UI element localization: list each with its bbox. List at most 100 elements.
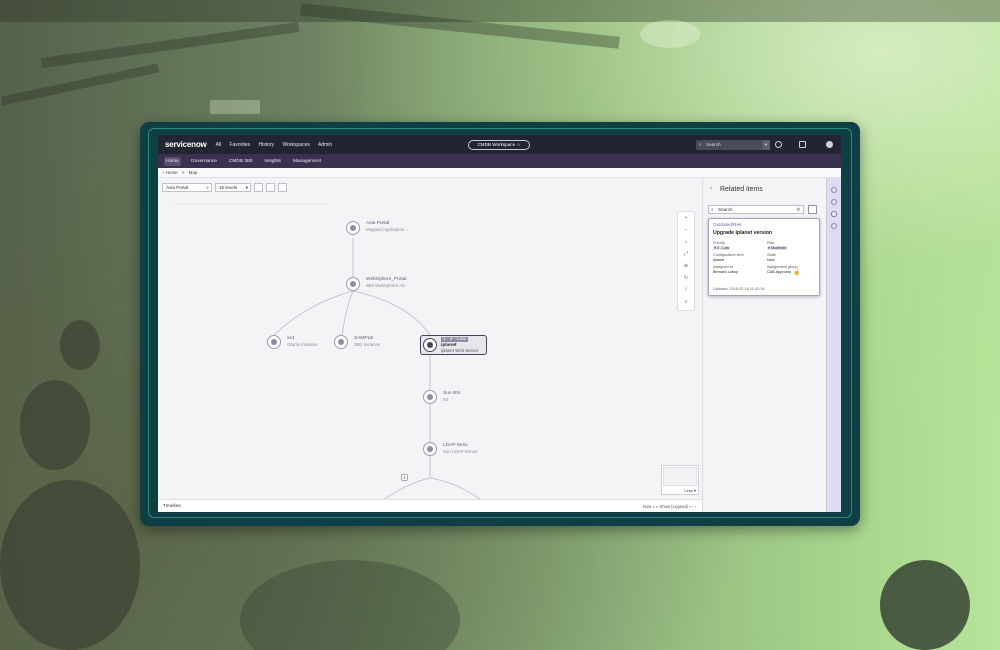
node-sample[interactable]: [334, 335, 348, 349]
related-search-input[interactable]: ⌕ Search ⚲: [708, 205, 804, 214]
side-rail: [826, 178, 841, 512]
node-class: Mapped Application...: [366, 226, 408, 232]
edge-websphere-xe: [273, 290, 354, 336]
zoom-out-button[interactable]: −: [678, 224, 694, 236]
home-view-button[interactable]: ⌂: [678, 236, 694, 248]
bell-icon[interactable]: [811, 141, 818, 148]
field-assigned-to: Assigned to Bernard Laboy: [713, 265, 738, 274]
nav-workspaces[interactable]: Workspaces: [282, 142, 309, 148]
node-class: iplanet Web Server: [441, 348, 479, 354]
nav-admin[interactable]: Admin: [318, 142, 332, 148]
center-button[interactable]: ⊕: [678, 260, 694, 272]
draw-button[interactable]: ⁄: [678, 284, 694, 296]
updated-timestamp: Updated: 2018-02-19 11:02:18: [713, 287, 765, 291]
zoom-in-button[interactable]: +: [678, 212, 694, 224]
global-search-input[interactable]: ⌕ Search ▾: [696, 140, 770, 150]
breadcrumb-separator: >: [181, 170, 185, 175]
servicenow-screen: servicenow All Favorites History Workspa…: [158, 135, 841, 512]
state-value: New: [767, 257, 775, 262]
node-label-asia-portal: Asia Portal Mapped Application...: [366, 221, 408, 232]
timeline-range[interactable]: Show (Legend) ▾: [660, 504, 691, 509]
timeline-now[interactable]: Now: [643, 504, 651, 509]
related-search-placeholder: Search: [718, 207, 733, 212]
tab-insights[interactable]: Insights: [262, 157, 283, 166]
tab-governance[interactable]: Governance: [189, 157, 219, 166]
home-icon: ⌂: [162, 170, 165, 175]
tab-management[interactable]: Management: [291, 157, 323, 166]
edge-websphere-iplanet: [352, 290, 431, 336]
server-icon: [350, 281, 356, 287]
node-class: Oracle Instance: [287, 341, 318, 347]
web-server-icon: [427, 342, 433, 348]
node-ldap[interactable]: [423, 442, 437, 456]
node-label-sample: SAMPLE DB2 Instance: [354, 336, 380, 347]
timeline-label[interactable]: Timeline: [163, 504, 181, 509]
tab-home[interactable]: Home: [164, 156, 181, 166]
field-risk: Risk ● Moderate: [767, 241, 788, 251]
filter-button[interactable]: [808, 205, 817, 214]
scripts-icon[interactable]: [787, 141, 794, 148]
nav-all[interactable]: All: [216, 142, 222, 148]
search-icon: ⌕: [711, 207, 714, 212]
priority-tag: 1 - 4 - Low: [441, 337, 468, 342]
database-icon: [338, 339, 344, 345]
info-icon[interactable]: [831, 187, 837, 193]
node-iplanet-selected[interactable]: 1 - 4 - Low iplanet iplanet Web Server: [420, 335, 487, 355]
node-name: Sun IES: [443, 391, 461, 396]
breadcrumb: ⌂ Home > Map: [158, 168, 841, 178]
help-icon[interactable]: [799, 141, 806, 148]
map-controls: + − ⌂ ⤢ ⊕ ↻ ⁄ ⋎: [677, 211, 695, 311]
refresh-button[interactable]: ↻: [678, 272, 694, 284]
config-value[interactable]: iplanet: [713, 258, 744, 263]
application-icon: [350, 225, 356, 231]
zoom-icon[interactable]: ⌕ ⌕: [653, 504, 659, 509]
history-icon[interactable]: [831, 223, 837, 229]
filter-icon[interactable]: ⚲: [797, 206, 800, 214]
node-class: IBM WebSphere AS: [366, 282, 405, 288]
breadcrumb-home[interactable]: Home: [166, 170, 178, 175]
node-label-sun-ies: Sun IES IIS: [443, 391, 461, 402]
node-asia-portal[interactable]: [346, 221, 360, 235]
node-sun-ies[interactable]: [423, 390, 437, 404]
related-item-card[interactable]: Outdated/Res Upgrade iplanet version Pri…: [708, 218, 820, 296]
node-iplanet[interactable]: [423, 338, 437, 352]
node-websphere[interactable]: [346, 277, 360, 291]
item-title: Upgrade iplanet version: [713, 230, 773, 236]
server-icon: [427, 446, 433, 452]
edge-ldap-right: [429, 477, 482, 501]
search-scope-dropdown[interactable]: ▾: [762, 140, 770, 150]
field-configuration-item: Configuration item iplanet: [713, 253, 744, 262]
minimap-viewport[interactable]: [663, 467, 697, 486]
nav-history[interactable]: History: [259, 142, 275, 148]
item-type[interactable]: Outdated/Res: [713, 222, 815, 227]
edge-count-badge[interactable]: 4: [401, 474, 408, 481]
servicenow-logo[interactable]: servicenow: [165, 140, 207, 149]
node-xe1[interactable]: [267, 335, 281, 349]
tag-icon[interactable]: [831, 199, 837, 205]
nav-favorites[interactable]: Favorites: [230, 142, 251, 148]
related-items-icon[interactable]: [831, 211, 837, 217]
related-items-panel: ‹ Related items ⌕ Search ⚲ Outdated/Res …: [704, 178, 826, 512]
nav-arrows-icon[interactable]: ‹ ›: [692, 504, 696, 509]
dependency-map[interactable]: Asia Portal ⌕ 15 levels ▾ 4 Asia Portal …: [158, 178, 703, 512]
minimap-toggle[interactable]: Less ▾: [684, 488, 696, 493]
global-search-placeholder: Search: [706, 142, 721, 147]
server-icon: [427, 394, 433, 400]
avatar[interactable]: [826, 141, 833, 148]
node-label-ldap: LDAP Serix Sun LDAP Server: [443, 443, 478, 454]
workspace-pill[interactable]: CMDB Workspace ☆: [468, 140, 530, 150]
globe-icon[interactable]: [775, 141, 782, 148]
minimap[interactable]: Less ▾: [661, 465, 699, 495]
field-priority: Priority ● 4 - Low: [713, 241, 730, 251]
collapse-icon[interactable]: ‹: [710, 186, 712, 192]
edge-ldap-left: [382, 477, 431, 501]
field-label: State: [767, 253, 776, 257]
filter-funnel-button[interactable]: ⋎: [678, 296, 694, 308]
node-class: IIS: [443, 396, 449, 402]
assigned-value[interactable]: Bernard Laboy: [713, 270, 738, 275]
fit-button[interactable]: ⤢: [678, 248, 694, 260]
workspace-tabs: Home Governance CMDB 360 Insights Manage…: [158, 154, 841, 168]
node-class: Sun LDAP Server: [443, 448, 478, 454]
cursor-icon: ☝: [793, 270, 801, 276]
tab-cmdb-360[interactable]: CMDB 360: [227, 157, 254, 166]
